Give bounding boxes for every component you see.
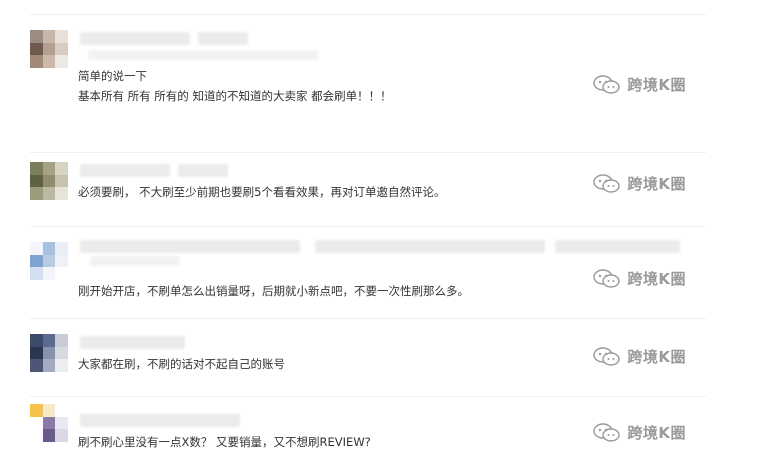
meta-blurred	[90, 256, 180, 266]
avatar-pixel	[42, 254, 56, 268]
watermark: 跨境K圈	[593, 74, 686, 95]
avatar-pixel	[30, 359, 43, 372]
comment-item: 刚开始开店，不刷单怎么出销量呀，后期就小新点吧，不要一次性刷那么多。 跨境K圈	[30, 232, 706, 312]
avatar-pixel	[30, 416, 43, 430]
comment-text: 刚开始开店，不刷单怎么出销量呀，后期就小新点吧，不要一次性刷那么多。	[78, 284, 469, 298]
watermark: 跨境K圈	[593, 268, 686, 289]
comment-text: 简单的说一下	[78, 69, 147, 83]
avatar-pixel	[30, 55, 43, 68]
avatar-pixel	[55, 42, 68, 56]
avatar-pixel	[55, 187, 68, 200]
avatar-pixel	[42, 346, 56, 360]
avatar[interactable]	[30, 334, 68, 372]
wechat-icon	[593, 173, 621, 193]
avatar-pixel	[55, 429, 68, 442]
avatar-pixel	[55, 404, 68, 417]
avatar-pixel	[55, 359, 68, 372]
avatar[interactable]	[30, 404, 68, 442]
username-blurred	[80, 414, 240, 427]
avatar-pixel	[42, 187, 56, 200]
comment-item: 大家都在刷，不刷的话对不起自己的账号 跨境K圈	[30, 326, 706, 390]
divider	[30, 152, 706, 153]
wechat-icon	[593, 268, 621, 288]
watermark: 跨境K圈	[593, 173, 686, 194]
watermark: 跨境K圈	[593, 346, 686, 367]
avatar-pixel	[30, 187, 43, 200]
avatar-pixel	[42, 42, 56, 56]
avatar-pixel	[42, 162, 56, 175]
avatar-pixel	[30, 346, 43, 360]
avatar-pixel	[42, 416, 56, 430]
avatar-pixel	[30, 42, 43, 56]
avatar-pixel	[55, 30, 68, 43]
comment-text: 基本所有 所有 所有的 知道的不知道的大卖家 都会刷单！！！	[78, 89, 392, 103]
avatar[interactable]	[30, 30, 68, 68]
avatar-pixel	[30, 162, 43, 175]
avatar-pixel	[55, 55, 68, 68]
avatar-pixel	[55, 174, 68, 188]
username-blurred	[80, 336, 185, 349]
avatar-pixel	[55, 254, 68, 268]
avatar[interactable]	[30, 242, 68, 280]
divider	[30, 226, 706, 227]
avatar-pixel	[42, 429, 56, 442]
wechat-icon	[593, 346, 621, 366]
avatar-pixel	[30, 174, 43, 188]
avatar-pixel	[30, 267, 43, 280]
comment-item: 简单的说一下 基本所有 所有 所有的 知道的不知道的大卖家 都会刷单！！！ 跨境…	[30, 22, 706, 142]
avatar-pixel	[42, 359, 56, 372]
avatar-pixel	[55, 242, 68, 255]
meta-blurred	[315, 240, 545, 253]
avatar-pixel	[55, 334, 68, 347]
avatar-pixel	[42, 55, 56, 68]
avatar-pixel	[30, 404, 43, 417]
username-blurred	[80, 32, 190, 45]
avatar-pixel	[42, 404, 56, 417]
comment-text: 必须要刷， 不大刷至少前期也要刷5个看看效果，再对订单邀自然评论。	[78, 185, 446, 199]
comment-item: 刷不刷心里没有一点X数？ 又要销量，又不想刷REVIEW? 跨境K圈	[30, 402, 706, 468]
username-blurred	[80, 240, 300, 253]
avatar-pixel	[42, 242, 56, 255]
avatar-pixel	[55, 162, 68, 175]
comment-text: 大家都在刷，不刷的话对不起自己的账号	[78, 357, 285, 371]
divider	[30, 318, 706, 319]
avatar-pixel	[42, 30, 56, 43]
avatar[interactable]	[30, 162, 68, 200]
meta-blurred	[178, 164, 228, 177]
avatar-pixel	[55, 346, 68, 360]
meta-blurred	[555, 240, 680, 253]
avatar-pixel	[42, 174, 56, 188]
comment-item: 必须要刷， 不大刷至少前期也要刷5个看看效果，再对订单邀自然评论。 跨境K圈	[30, 158, 706, 220]
comment-text: 刷不刷心里没有一点X数？ 又要销量，又不想刷REVIEW?	[78, 435, 371, 449]
avatar-pixel	[30, 334, 43, 347]
avatar-pixel	[55, 267, 68, 280]
avatar-pixel	[30, 30, 43, 43]
meta-blurred	[88, 50, 318, 60]
avatar-pixel	[42, 334, 56, 347]
wechat-icon	[593, 422, 621, 442]
avatar-pixel	[55, 416, 68, 430]
avatar-pixel	[30, 429, 43, 442]
avatar-pixel	[30, 242, 43, 255]
wechat-icon	[593, 74, 621, 94]
avatar-pixel	[30, 254, 43, 268]
divider	[30, 14, 706, 15]
meta-blurred	[198, 32, 248, 45]
username-blurred	[80, 164, 170, 177]
divider	[30, 396, 706, 397]
watermark: 跨境K圈	[593, 422, 686, 443]
avatar-pixel	[42, 267, 56, 280]
